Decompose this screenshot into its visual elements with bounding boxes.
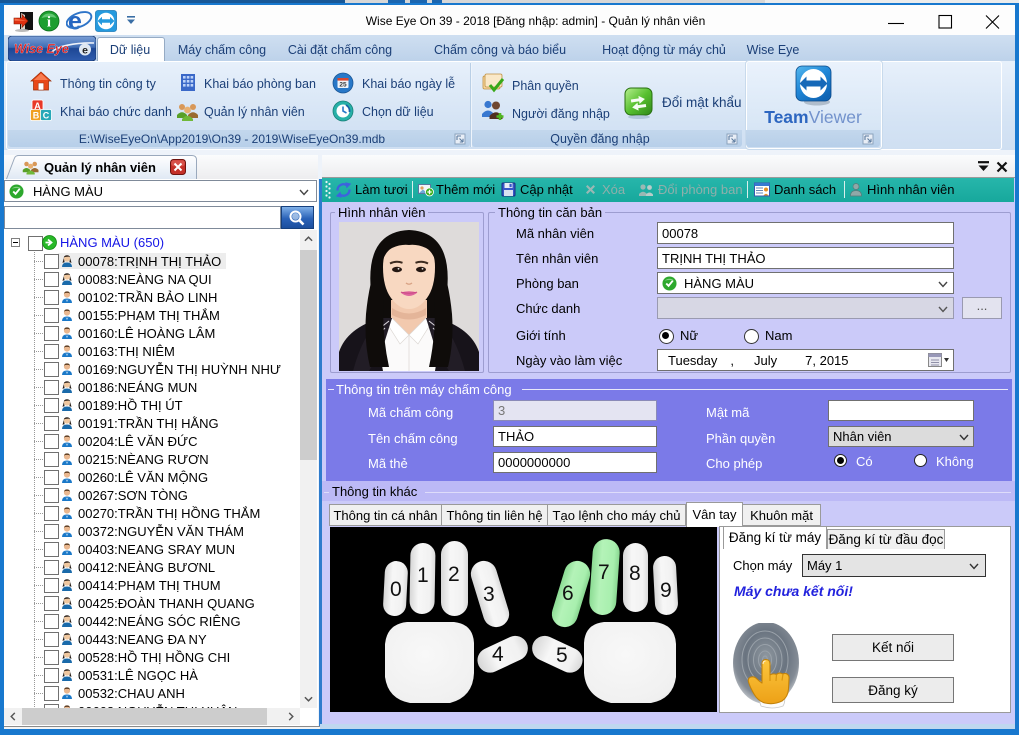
svg-text:8: 8 — [629, 562, 641, 585]
svg-text:3: 3 — [483, 583, 495, 606]
svg-text:i: i — [47, 15, 51, 31]
svg-text:4: 4 — [492, 643, 504, 666]
svg-text:B: B — [33, 111, 40, 121]
svg-text:9: 9 — [660, 579, 672, 602]
svg-text:2: 2 — [448, 563, 460, 586]
svg-text:5: 5 — [556, 644, 568, 667]
svg-text:0: 0 — [390, 578, 402, 601]
svg-text:1: 1 — [417, 564, 429, 587]
svg-text:C: C — [43, 111, 50, 121]
svg-text:e: e — [82, 45, 88, 57]
svg-text:6: 6 — [562, 582, 574, 605]
svg-text:Wise Eye: Wise Eye — [14, 42, 69, 56]
svg-text:7: 7 — [598, 561, 610, 584]
svg-text:25: 25 — [339, 82, 347, 89]
